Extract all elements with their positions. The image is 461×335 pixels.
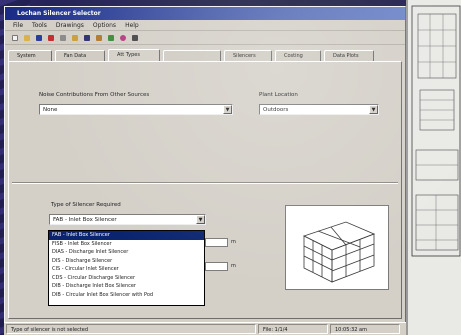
chart-icon[interactable] <box>106 33 116 43</box>
tab-silencers[interactable]: Silencers <box>224 50 272 61</box>
silencer-option[interactable]: CIS - Circular Inlet Silencer <box>49 265 204 274</box>
silencer-preview <box>285 205 389 290</box>
plant-location-select[interactable]: Outdoors ▼ <box>259 104 379 115</box>
silencer-option[interactable]: DIB - Discharge Inlet Box Silencer <box>49 282 204 291</box>
save-icon[interactable] <box>34 33 44 43</box>
toolbar <box>5 31 405 45</box>
plant-location-label: Plant Location <box>259 92 298 98</box>
silencer-type-select[interactable]: FAB - Inlet Box Silencer ▼ <box>49 214 206 225</box>
silencer-type-dropdown: FAB - Inlet Box Silencer FISB - Inlet Bo… <box>48 230 205 306</box>
tab-att-types[interactable]: Att Types <box>108 49 160 61</box>
menu-drawings[interactable]: Drawings <box>56 20 84 30</box>
drawing-sheet <box>411 5 461 257</box>
tab-blank[interactable] <box>163 50 221 61</box>
noise-contributions-select[interactable]: None ▼ <box>39 104 233 115</box>
open-icon[interactable] <box>22 33 32 43</box>
status-bar: Type of silencer is not selected File: 1… <box>4 322 406 335</box>
status-message: Type of silencer is not selected <box>6 324 256 334</box>
tab-fan-data[interactable]: Fan Data <box>55 50 105 61</box>
menu-help[interactable]: Help <box>125 20 139 30</box>
silencer-option[interactable]: DIS - Discharge Silencer <box>49 257 204 266</box>
dimension-input-2[interactable] <box>205 262 228 271</box>
silencer-box-drawing <box>302 221 376 283</box>
menu-bar: File Tools Drawings Options Help <box>5 20 405 31</box>
section-divider <box>12 182 398 184</box>
tab-strip: System Fan Data Att Types Silencers Cost… <box>8 49 374 61</box>
globe-icon[interactable] <box>118 33 128 43</box>
window-title: Lochan Silencer Selector <box>5 7 405 20</box>
menu-tools[interactable]: Tools <box>32 20 47 30</box>
silencer-option[interactable]: CDS - Circular Discharge Silencer <box>49 274 204 283</box>
new-icon[interactable] <box>10 33 20 43</box>
export-icon[interactable] <box>130 33 140 43</box>
dimension-input-1[interactable] <box>205 238 228 247</box>
menu-options[interactable]: Options <box>93 20 116 30</box>
silencer-type-label: Type of Silencer Required <box>51 202 121 208</box>
folder-icon[interactable] <box>70 33 80 43</box>
drawing-window <box>406 0 461 335</box>
chevron-down-icon[interactable]: ▼ <box>369 105 378 114</box>
silencer-option[interactable]: DIB - Circular Inlet Box Silencer with P… <box>49 291 204 300</box>
print-icon[interactable] <box>58 33 68 43</box>
save-all-icon[interactable] <box>82 33 92 43</box>
tab-costing[interactable]: Costing <box>275 50 321 61</box>
unit-label-1: m <box>231 239 236 245</box>
chevron-down-icon[interactable]: ▼ <box>196 215 205 224</box>
unit-label-2: m <box>231 263 236 269</box>
silencer-type-value: FAB - Inlet Box Silencer <box>53 217 117 223</box>
noise-contributions-value: None <box>43 107 58 113</box>
menu-file[interactable]: File <box>13 20 23 30</box>
plant-location-value: Outdoors <box>263 107 289 113</box>
cut-icon[interactable] <box>46 33 56 43</box>
tab-system[interactable]: System <box>8 50 52 61</box>
status-file: File: 1/1/4 <box>258 324 328 334</box>
chevron-down-icon[interactable]: ▼ <box>223 105 232 114</box>
status-time: 10:05:32 am <box>330 324 400 334</box>
silencer-option[interactable]: DIAS - Discharge Inlet Silencer <box>49 248 204 257</box>
silencer-option[interactable]: FISB - Inlet Box Silencer <box>49 240 204 249</box>
tab-data-plots[interactable]: Data Plots <box>324 50 374 61</box>
noise-contributions-label: Noise Contributions From Other Sources <box>39 92 150 98</box>
silencer-option[interactable]: FAB - Inlet Box Silencer <box>49 231 204 240</box>
drawing-icon[interactable] <box>94 33 104 43</box>
